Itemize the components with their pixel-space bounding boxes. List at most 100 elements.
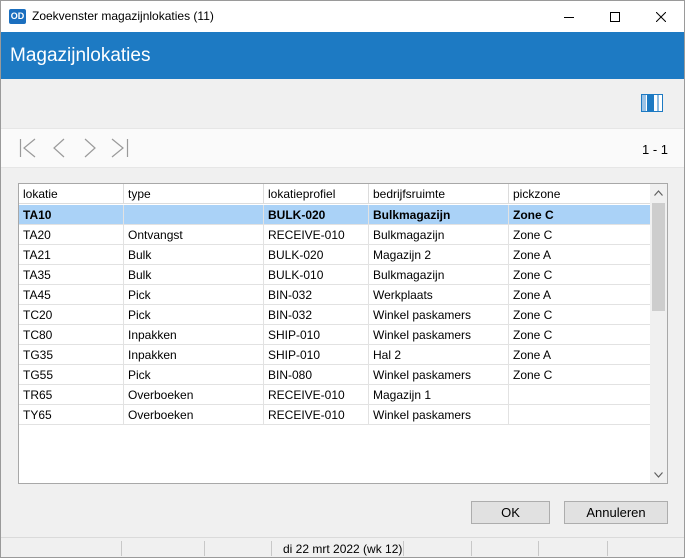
cell-lokatieprofiel: SHIP-010 [264,345,369,365]
cell-pickzone: Zone A [513,288,552,302]
minimize-button[interactable] [546,1,592,32]
column-header-type[interactable]: type [124,184,264,204]
cell-bedrijfsruimte: Magazijn 1 [369,385,509,405]
status-date: di 22 mrt 2022 (wk 12) [283,542,403,556]
next-page-button[interactable] [79,137,101,159]
cell-lokatieprofiel: SHIP-010 [264,325,369,345]
column-header-lokatie[interactable]: lokatie [19,184,124,204]
chevron-up-icon [654,189,663,196]
table-row[interactable]: TA45 Pick BIN-032 Werkplaats Zone A [19,285,651,305]
cell-type: Pick [124,365,264,385]
grid-header: lokatie type lokatieprofiel bedrijfsruim… [19,184,651,204]
cell-bedrijfsruimte: Hal 2 [369,345,509,365]
vertical-scrollbar[interactable] [650,184,667,483]
column-header-pickzone[interactable]: pickzone [509,184,651,204]
chevron-right-icon [84,138,96,158]
maximize-icon [610,11,620,22]
cell-lokatie: TA35 [19,265,124,285]
cell-bedrijfsruimte: Winkel paskamers [369,305,509,325]
minimize-icon [564,16,574,18]
cell-pickzone: Zone C [513,268,553,282]
cell-lokatieprofiel: BIN-080 [264,365,369,385]
cell-bedrijfsruimte: Bulkmagazijn [369,265,509,285]
first-page-button[interactable] [17,137,39,159]
cell-type: Overboeken [124,385,264,405]
cell-bedrijfsruimte: Bulkmagazijn [369,225,509,245]
locations-grid[interactable]: lokatie type lokatieprofiel bedrijfsruim… [18,183,668,484]
cell-lokatie: TY65 [19,405,124,425]
previous-page-button[interactable] [49,137,71,159]
scroll-up-button[interactable] [650,184,667,201]
status-divider [204,541,205,556]
cell-lokatieprofiel: BULK-020 [264,245,369,265]
cell-type: Pick [124,305,264,325]
last-page-button[interactable] [109,137,131,159]
cell-type: Inpakken [124,325,264,345]
table-row[interactable]: TG55 Pick BIN-080 Winkel paskamers Zone … [19,365,651,385]
cell-lokatieprofiel: BULK-010 [264,265,369,285]
column-chooser-button[interactable] [640,93,664,113]
cell-pickzone: Zone A [513,348,552,362]
close-button[interactable] [638,1,684,32]
cell-pickzone: Zone C [513,328,553,342]
status-divider [607,541,608,556]
table-row[interactable]: TR65 Overboeken RECEIVE-010 Magazijn 1 [19,385,651,405]
status-bar: di 22 mrt 2022 (wk 12) [1,537,684,557]
cancel-button[interactable]: Annuleren [564,501,668,524]
table-row[interactable]: TG35 Inpakken SHIP-010 Hal 2 Zone A [19,345,651,365]
cell-pickzone [509,405,651,425]
cell-lokatieprofiel: BIN-032 [264,305,369,325]
chevron-down-icon [654,471,663,478]
dialog-window: OD Zoekvenster magazijnlokaties (11) Mag… [0,0,685,558]
cell-lokatie: TC20 [19,305,124,325]
cell-lokatie: TA20 [19,225,124,245]
cell-lokatie: TA10 [19,205,124,225]
cell-lokatie: TA21 [19,245,124,265]
cell-lokatieprofiel: RECEIVE-010 [264,405,369,425]
ok-button[interactable]: OK [471,501,550,524]
scroll-down-button[interactable] [650,466,667,483]
table-row[interactable]: TY65 Overboeken RECEIVE-010 Winkel paska… [19,405,651,425]
table-row[interactable]: TA35 Bulk BULK-010 Bulkmagazijn Zone C [19,265,651,285]
cell-pickzone: Zone C [513,368,553,382]
table-row[interactable]: TC80 Inpakken SHIP-010 Winkel paskamers … [19,325,651,345]
maximize-button[interactable] [592,1,638,32]
cell-lokatieprofiel: BULK-020 [264,205,369,225]
cell-pickzone: Zone A [513,248,552,262]
cell-type: Ontvangst [124,225,264,245]
cell-lokatieprofiel: RECEIVE-010 [264,225,369,245]
columns-icon [641,94,663,112]
cell-pickzone: Zone C [513,228,553,242]
cell-type: Pick [124,285,264,305]
close-icon [656,11,666,22]
cell-type: Bulk [124,245,264,265]
cell-lokatie: TA45 [19,285,124,305]
cell-type [124,205,264,225]
table-row[interactable]: TA10 BULK-020 Bulkmagazijn Zone C [19,205,651,225]
table-row[interactable]: TA20 Ontvangst RECEIVE-010 Bulkmagazijn … [19,225,651,245]
column-header-lokatieprofiel[interactable]: lokatieprofiel [264,184,369,204]
column-header-bedrijfsruimte[interactable]: bedrijfsruimte [369,184,509,204]
table-row[interactable]: TA21 Bulk BULK-020 Magazijn 2 Zone A [19,245,651,265]
cell-type: Inpakken [124,345,264,365]
last-page-icon [111,138,129,158]
status-divider [538,541,539,556]
cell-lokatie: TG35 [19,345,124,365]
table-row[interactable]: TC20 Pick BIN-032 Winkel paskamers Zone … [19,305,651,325]
navigation-bar: 1 - 1 [1,128,684,168]
cell-bedrijfsruimte: Winkel paskamers [369,365,509,385]
title-bar[interactable]: OD Zoekvenster magazijnlokaties (11) [1,1,684,32]
first-page-icon [19,138,36,158]
cell-lokatie: TR65 [19,385,124,405]
status-divider [403,541,404,556]
cell-lokatie: TC80 [19,325,124,345]
cell-bedrijfsruimte: Winkel paskamers [369,325,509,345]
cell-bedrijfsruimte: Winkel paskamers [369,405,509,425]
cell-pickzone: Zone C [513,208,554,222]
app-logo-icon: OD [9,9,26,24]
toolbar [1,79,684,125]
cell-lokatie: TG55 [19,365,124,385]
chevron-left-icon [53,138,65,158]
scroll-thumb[interactable] [652,203,665,311]
cell-lokatieprofiel: RECEIVE-010 [264,385,369,405]
